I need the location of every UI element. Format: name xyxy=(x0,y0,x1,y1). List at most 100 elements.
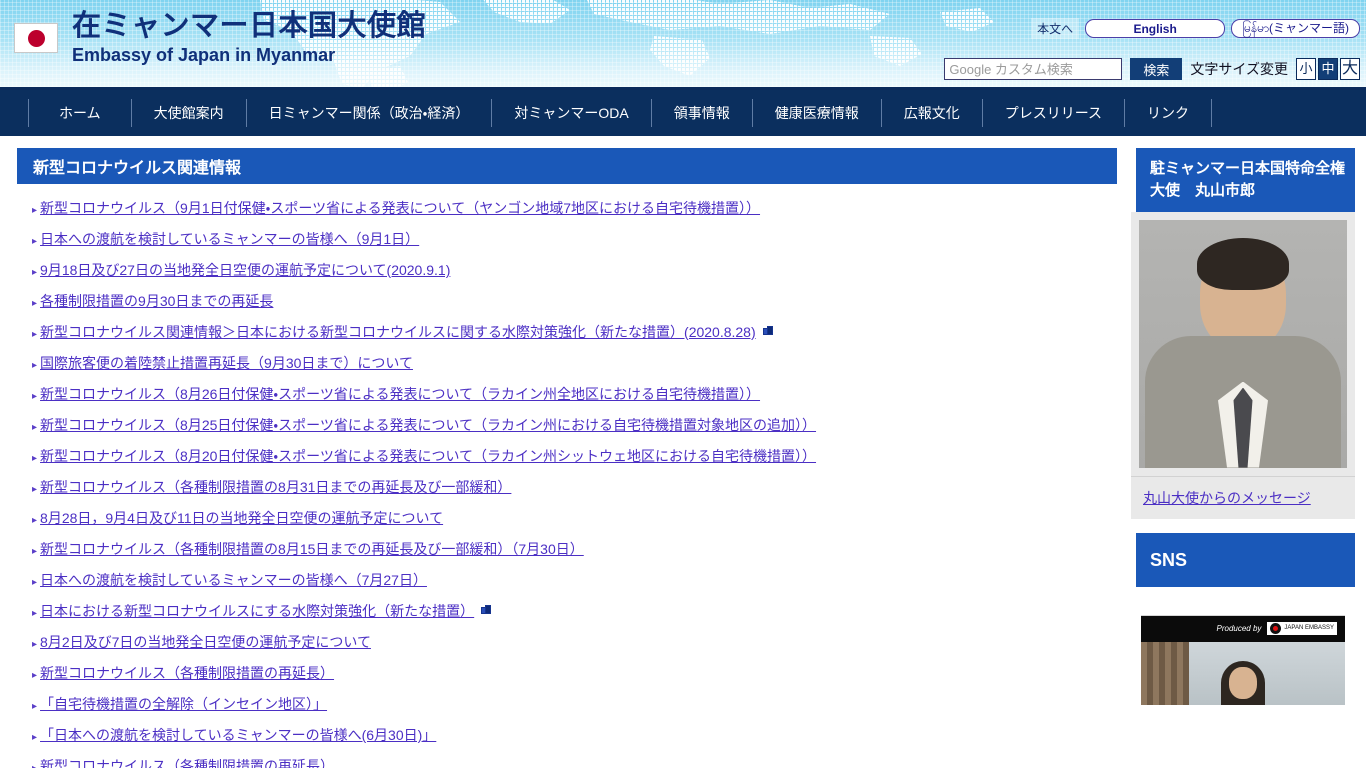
list-item: ▸ 各種制限措置の9月30日までの再延長 xyxy=(32,291,1117,311)
site-header: 在ミャンマー日本国大使館 Embassy of Japan in Myanmar… xyxy=(0,0,1366,90)
language-myanmar-button[interactable]: မြန်မာ(ミャンマー語) xyxy=(1231,19,1360,38)
site-brand[interactable]: 在ミャンマー日本国大使館 Embassy of Japan in Myanmar xyxy=(14,12,426,64)
covid-info-link[interactable]: 新型コロナウイルス（各種制限措置の8月31日までの再延長及び一部緩和） xyxy=(40,477,511,497)
covid-link-list: ▸ 新型コロナウイルス（9月1日付保健・スポーツ省による発表について（ヤンゴン地域… xyxy=(12,184,1117,768)
font-size-medium-button[interactable]: 中 xyxy=(1318,58,1338,80)
header-search-tools: 検索 文字サイズ変更 小 中 大 xyxy=(944,58,1360,80)
triangle-bullet-icon: ▸ xyxy=(32,298,38,309)
font-size-large-button[interactable]: 大 xyxy=(1340,58,1360,80)
covid-info-link[interactable]: 日本における新型コロナウイルスにする水際対策強化（新たな措置） xyxy=(40,601,474,621)
triangle-bullet-icon: ▸ xyxy=(32,732,38,743)
covid-info-link[interactable]: 「自宅待機措置の全解除（インセイン地区）」 xyxy=(40,694,327,714)
nav-item-consular[interactable]: 領事情報 xyxy=(650,99,752,127)
sidebar: 駐ミャンマー日本国特命全権大使 丸山市郎 丸山大使からのメッセージ SNS Pr… xyxy=(1131,148,1355,768)
triangle-bullet-icon: ▸ xyxy=(32,577,38,588)
list-item: ▸新型コロナウイルス（各種制限措置の再延長） xyxy=(32,756,1117,768)
main-content: 新型コロナウイルス関連情報 ▸ 新型コロナウイルス（9月1日付保健・スポーツ省によ… xyxy=(12,148,1117,768)
video-producer-logo: JAPAN EMBASSY xyxy=(1267,622,1337,636)
covid-info-link[interactable]: 新型コロナウイルス（8月20日付保健・スポーツ省による発表について（ラカイン州シ… xyxy=(40,446,816,466)
sns-body: Produced by JAPAN EMBASSY xyxy=(1131,586,1355,705)
list-item: ▸ 日本への渡航を検討しているミャンマーの皆様へ（7月27日） xyxy=(32,570,1117,590)
font-size-label: 文字サイズ変更 xyxy=(1190,61,1288,77)
list-item: ▸ 新型コロナウイルス関連情報＞日本における新型コロナウイルスに関する水際対策強化… xyxy=(32,322,1117,342)
list-item: ▸ 新型コロナウイルス（各種制限措置の8月31日までの再延長及び一部緩和） xyxy=(32,477,1117,497)
ambassador-portrait-image xyxy=(1139,219,1347,468)
triangle-bullet-icon: ▸ xyxy=(32,701,38,712)
search-input[interactable] xyxy=(944,58,1123,80)
triangle-bullet-icon: ▸ xyxy=(32,360,38,371)
triangle-bullet-icon: ▸ xyxy=(32,329,38,340)
triangle-bullet-icon: ▸ xyxy=(32,422,38,433)
ambassador-message-row: 丸山大使からのメッセージ xyxy=(1131,475,1355,519)
triangle-bullet-icon: ▸ xyxy=(32,453,38,464)
search-button[interactable]: 検索 xyxy=(1130,58,1183,80)
list-item: ▸ 新型コロナウイルス（各種制限措置の8月15日までの再延長及び一部緩和）（7月3… xyxy=(32,539,1117,559)
triangle-bullet-icon: ▸ xyxy=(32,391,38,402)
header-top-tools: 本文へ English မြန်မာ(ミャンマー語) xyxy=(1031,18,1360,39)
list-item: ▸ 9月18日及び27日の当地発全日空便の運航予定について(2020.9.1) xyxy=(32,260,1117,280)
list-item: ▸ 日本への渡航を検討しているミャンマーの皆様へ（9月1日） xyxy=(32,229,1117,249)
list-item: ▸ 新型コロナウイルス（8月25日付保健・スポーツ省による発表について（ラカイン州… xyxy=(32,415,1117,435)
video-credit-bar: Produced by JAPAN EMBASSY xyxy=(1141,615,1345,642)
triangle-bullet-icon: ▸ xyxy=(32,546,38,557)
sns-video-thumbnail[interactable]: Produced by JAPAN EMBASSY xyxy=(1141,614,1345,705)
covid-info-link[interactable]: 8月2日及び7日の当地発全日空便の運航予定について xyxy=(40,632,371,652)
ambassador-heading: 駐ミャンマー日本国特命全権大使 丸山市郎 xyxy=(1131,148,1355,212)
japan-flag-icon xyxy=(14,23,58,53)
font-size-group: 小 中 大 xyxy=(1296,58,1360,80)
covid-info-link[interactable]: 新型コロナウイルス（9月1日付保健・スポーツ省による発表について（ヤンゴン地域7… xyxy=(40,198,760,218)
list-item: ▸ 新型コロナウイルス（9月1日付保健・スポーツ省による発表について（ヤンゴン地域… xyxy=(32,198,1117,218)
page-body: 新型コロナウイルス関連情報 ▸ 新型コロナウイルス（9月1日付保健・スポーツ省によ… xyxy=(0,136,1366,768)
ambassador-message-link[interactable]: 丸山大使からのメッセージ xyxy=(1143,490,1311,506)
nav-item-oda[interactable]: 対ミャンマーODA xyxy=(491,99,650,127)
font-size-small-button[interactable]: 小 xyxy=(1296,58,1316,80)
covid-info-link[interactable]: 新型コロナウイルス（各種制限措置の再延長） xyxy=(40,756,334,768)
main-navigation: ホーム 大使館案内 日ミャンマー関係（政治・経済） 対ミャンマーODA 領事情報… xyxy=(0,90,1366,136)
nav-item-health-medical[interactable]: 健康医療情報 xyxy=(751,99,881,127)
ambassador-photo-wrap xyxy=(1131,211,1355,476)
covid-info-link[interactable]: 日本への渡航を検討しているミャンマーの皆様へ（7月27日） xyxy=(40,570,427,590)
list-item: ▸ 8月28日，9月4日及び11日の当地発全日空便の運航予定について xyxy=(32,508,1117,528)
sns-heading: SNS xyxy=(1131,532,1355,587)
triangle-bullet-icon: ▸ xyxy=(32,670,38,681)
nav-item-press-release[interactable]: プレスリリース xyxy=(981,99,1124,127)
covid-info-link[interactable]: 新型コロナウイルス関連情報＞日本における新型コロナウイルスに関する水際対策強化（… xyxy=(40,322,756,342)
list-item: ▸ 新型コロナウイルス（8月20日付保健・スポーツ省による発表について（ラカイン州… xyxy=(32,446,1117,466)
video-produced-by-label: Produced by xyxy=(1216,624,1262,634)
triangle-bullet-icon: ▸ xyxy=(32,267,38,278)
sns-card: SNS Produced by JAPAN EMBASSY xyxy=(1131,532,1355,705)
list-item: ▸ 新型コロナウイルス（8月26日付保健・スポーツ省による発表について（ラカイン州… xyxy=(32,384,1117,404)
nav-item-links[interactable]: リンク xyxy=(1124,99,1213,127)
list-item: ▸新型コロナウイルス（各種制限措置の再延長） xyxy=(32,663,1117,683)
triangle-bullet-icon: ▸ xyxy=(32,639,38,650)
nav-item-embassy-info[interactable]: 大使館案内 xyxy=(130,99,246,127)
language-english-button[interactable]: English xyxy=(1085,19,1226,38)
skip-to-content-link[interactable]: 本文へ xyxy=(1031,18,1080,39)
site-title-en: Embassy of Japan in Myanmar xyxy=(72,45,336,65)
site-title-jp: 在ミャンマー日本国大使館 xyxy=(72,10,427,42)
list-item: ▸ 国際旅客便の着陸禁止措置再延長（9月30日まで）について xyxy=(32,353,1117,373)
nav-item-japan-myanmar-relations[interactable]: 日ミャンマー関係（政治・経済） xyxy=(245,99,492,127)
external-link-icon xyxy=(481,605,492,616)
covid-info-link[interactable]: 8月28日，9月4日及び11日の当地発全日空便の運航予定について xyxy=(40,508,443,528)
covid-info-link[interactable]: 各種制限措置の9月30日までの再延長 xyxy=(40,291,273,311)
covid-info-link[interactable]: 日本への渡航を検討しているミャンマーの皆様へ（9月1日） xyxy=(40,229,419,249)
triangle-bullet-icon: ▸ xyxy=(32,515,38,526)
covid-info-link[interactable]: 新型コロナウイルス（8月26日付保健・スポーツ省による発表について（ラカイン州全… xyxy=(40,384,760,404)
list-item: ▸ 「自宅待機措置の全解除（インセイン地区）」 xyxy=(32,694,1117,714)
triangle-bullet-icon: ▸ xyxy=(32,205,38,216)
external-link-icon xyxy=(762,326,774,337)
nav-item-culture[interactable]: 広報文化 xyxy=(880,99,982,127)
covid-info-link[interactable]: 国際旅客便の着陸禁止措置再延長（9月30日まで）について xyxy=(40,353,413,373)
list-item: ▸ 日本における新型コロナウイルスにする水際対策強化（新たな措置） xyxy=(32,601,1117,621)
covid-info-link[interactable]: 9月18日及び27日の当地発全日空便の運航予定について(2020.9.1) xyxy=(40,260,450,280)
list-item: ▸ 「日本への渡航を検討しているミャンマーの皆様へ(6月30日)」 xyxy=(32,725,1117,745)
video-scene xyxy=(1141,641,1345,705)
covid-info-link[interactable]: 新型コロナウイルス（各種制限措置の8月15日までの再延長及び一部緩和）（7月30… xyxy=(40,539,584,559)
covid-info-link[interactable]: 「日本への渡航を検討しているミャンマーの皆様へ(6月30日)」 xyxy=(40,725,436,745)
nav-item-home[interactable]: ホーム xyxy=(28,99,131,127)
covid-info-link[interactable]: 新型コロナウイルス（8月25日付保健・スポーツ省による発表について（ラカイン州に… xyxy=(40,415,816,435)
triangle-bullet-icon: ▸ xyxy=(32,608,38,619)
covid-info-link[interactable]: 新型コロナウイルス（各種制限措置の再延長） xyxy=(40,663,334,683)
triangle-bullet-icon: ▸ xyxy=(32,764,37,768)
